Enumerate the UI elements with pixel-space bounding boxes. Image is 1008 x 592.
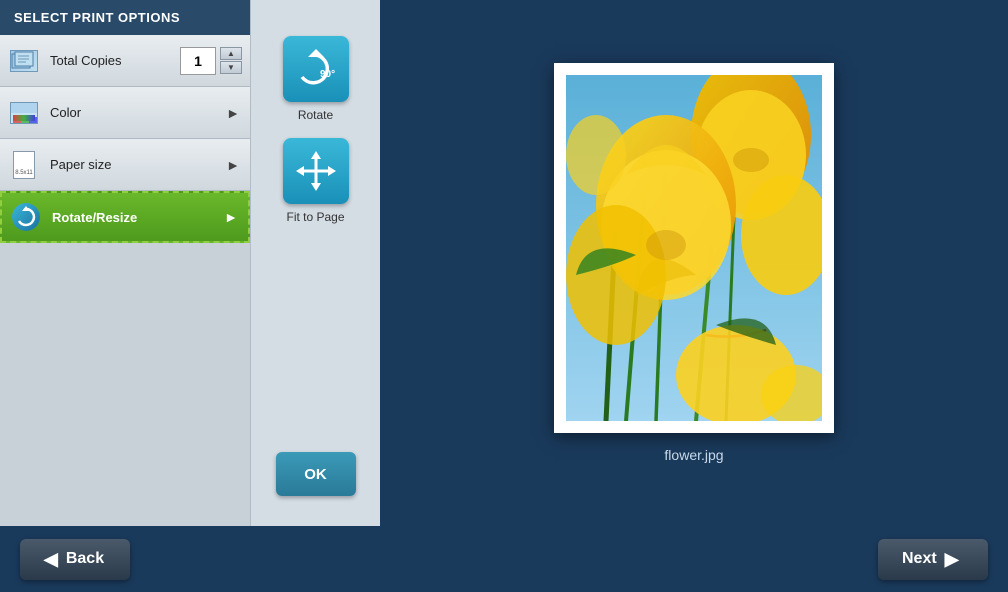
copies-up-button[interactable]: ▲	[220, 47, 242, 60]
rotate-resize-label: Rotate/Resize	[52, 210, 240, 225]
color-label: Color	[50, 105, 242, 120]
back-label: Back	[66, 550, 104, 568]
paper-icon: 8.5x11	[8, 149, 40, 181]
next-label: Next	[902, 550, 937, 568]
copies-icon	[8, 45, 40, 77]
color-icon	[8, 97, 40, 129]
copies-image-icon	[10, 50, 38, 72]
copies-down-button[interactable]: ▼	[220, 61, 242, 74]
back-icon: ◀	[44, 549, 58, 570]
option-row-color[interactable]: Color ►	[0, 87, 250, 139]
back-button[interactable]: ◀ Back	[20, 539, 130, 580]
fit-to-page-button-icon	[283, 138, 349, 204]
main-layout: SELECT PRINT OPTIONS Total Copies	[0, 0, 1008, 526]
rotate-resize-chevron-icon: ►	[224, 209, 238, 225]
fit-to-page-button-label: Fit to Page	[286, 210, 344, 224]
next-button[interactable]: Next ▶	[878, 539, 988, 580]
next-icon: ▶	[945, 549, 959, 570]
rotate-button-icon: 90°	[283, 36, 349, 102]
preview-area: flower.jpg	[380, 0, 1008, 526]
photo-frame	[554, 63, 834, 433]
rotate-resize-image-icon	[12, 203, 40, 231]
rotate-resize-icon	[10, 201, 42, 233]
paper-label: Paper size	[50, 157, 242, 172]
copies-input[interactable]	[180, 47, 216, 75]
left-panel: SELECT PRINT OPTIONS Total Copies	[0, 0, 250, 526]
panel-header: SELECT PRINT OPTIONS	[0, 0, 250, 35]
svg-text:90°: 90°	[320, 69, 335, 80]
bottom-bar: ◀ Back Next ▶	[0, 526, 1008, 592]
flower-image	[566, 75, 822, 421]
color-image-icon	[10, 102, 38, 124]
paper-image-icon: 8.5x11	[13, 151, 35, 179]
color-chevron-icon: ►	[226, 105, 240, 121]
option-row-rotate-resize[interactable]: Rotate/Resize ►	[0, 191, 250, 243]
copies-arrows: ▲ ▼	[220, 47, 242, 74]
fit-to-page-button[interactable]: Fit to Page	[276, 138, 356, 224]
option-row-paper[interactable]: 8.5x11 Paper size ►	[0, 139, 250, 191]
photo-inner	[566, 75, 822, 421]
copies-label: Total Copies	[50, 53, 180, 68]
paper-chevron-icon: ►	[226, 157, 240, 173]
rotate-button[interactable]: 90° Rotate	[276, 36, 356, 122]
option-row-copies: Total Copies ▲ ▼	[0, 35, 250, 87]
sub-panel: 90° Rotate Fit to Page OK	[250, 0, 380, 526]
copies-control[interactable]: ▲ ▼	[180, 47, 242, 75]
rotate-button-label: Rotate	[298, 108, 333, 122]
ok-button[interactable]: OK	[276, 452, 356, 496]
photo-filename: flower.jpg	[664, 447, 723, 463]
